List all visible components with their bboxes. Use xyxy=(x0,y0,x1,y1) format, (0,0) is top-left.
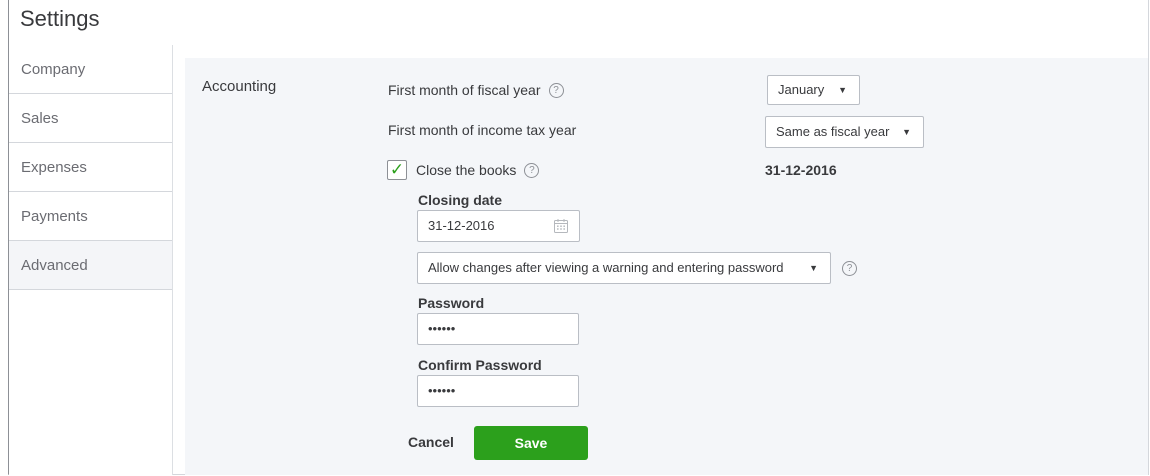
sidebar-item-payments[interactable]: Payments xyxy=(9,192,172,241)
close-books-label: Close the books xyxy=(416,162,517,178)
sidebar-item-label: Payments xyxy=(21,208,88,225)
closing-date-value: 31-12-2016 xyxy=(428,218,495,233)
settings-sidebar: Company Sales Expenses Payments Advanced xyxy=(9,45,173,475)
fiscal-year-select[interactable]: January ▼ xyxy=(767,75,860,105)
confirm-password-value: •••••• xyxy=(428,383,456,398)
closing-date-input[interactable]: 31-12-2016 xyxy=(417,210,580,242)
help-icon[interactable]: ? xyxy=(524,162,540,178)
fiscal-year-value: January xyxy=(778,82,825,97)
checkmark-icon: ✓ xyxy=(389,160,405,179)
tax-year-select[interactable]: Same as fiscal year ▼ xyxy=(765,116,924,148)
sidebar-item-sales[interactable]: Sales xyxy=(9,94,172,143)
sidebar-item-label: Sales xyxy=(21,110,59,127)
tax-year-label: First month of income tax year xyxy=(388,122,577,138)
sidebar-item-label: Company xyxy=(21,61,86,78)
chevron-down-icon: ▼ xyxy=(838,85,847,95)
password-input[interactable]: •••••• xyxy=(417,313,579,345)
sidebar-item-company[interactable]: Company xyxy=(9,45,172,94)
confirm-password-label: Confirm Password xyxy=(418,357,542,373)
close-books-checkbox[interactable]: ✓ xyxy=(387,160,407,180)
fiscal-year-label: First month of fiscal year xyxy=(388,82,541,98)
cancel-button[interactable]: Cancel xyxy=(408,434,454,450)
password-label: Password xyxy=(418,295,485,311)
sidebar-item-label: Expenses xyxy=(21,159,87,176)
password-value: •••••• xyxy=(428,321,456,336)
fiscal-year-row: First month of fiscal year? xyxy=(388,82,564,99)
section-label-accounting: Accounting xyxy=(202,78,277,95)
close-books-mode-value: Allow changes after viewing a warning an… xyxy=(428,260,784,275)
save-button[interactable]: Save xyxy=(474,426,588,460)
closing-date-label: Closing date xyxy=(418,192,503,208)
tax-year-value: Same as fiscal year xyxy=(776,124,890,139)
chevron-down-icon: ▼ xyxy=(809,263,818,273)
page-title: Settings xyxy=(20,6,100,31)
sidebar-item-advanced[interactable]: Advanced xyxy=(9,241,172,290)
sidebar-item-expenses[interactable]: Expenses xyxy=(9,143,172,192)
chevron-down-icon: ▼ xyxy=(902,127,911,137)
closing-date-summary: 31-12-2016 xyxy=(765,162,837,178)
confirm-password-input[interactable]: •••••• xyxy=(417,375,579,407)
help-icon[interactable]: ? xyxy=(842,261,857,276)
calendar-icon[interactable] xyxy=(553,218,569,234)
tax-year-row: First month of income tax year xyxy=(388,122,576,138)
sidebar-item-label: Advanced xyxy=(21,257,88,274)
close-books-row: Close the books? xyxy=(416,162,540,179)
help-icon[interactable]: ? xyxy=(548,82,564,98)
close-books-mode-select[interactable]: Allow changes after viewing a warning an… xyxy=(417,252,831,284)
